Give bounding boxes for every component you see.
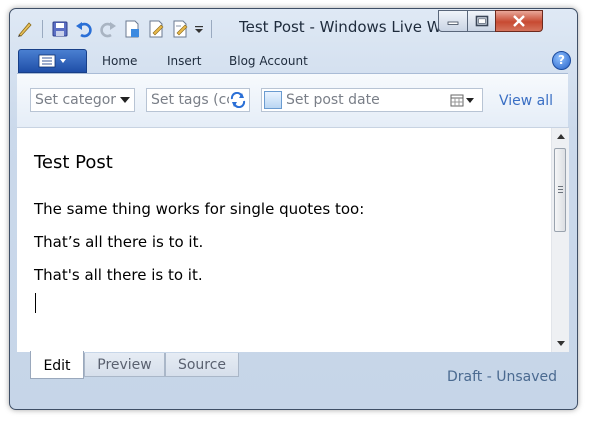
minimize-icon xyxy=(447,21,459,25)
app-menu-icon xyxy=(38,54,66,68)
edit-icon[interactable] xyxy=(169,18,191,40)
date-checkbox[interactable] xyxy=(264,91,282,109)
calendar-icon[interactable] xyxy=(450,94,476,107)
paragraph[interactable]: That’s all there is to it. xyxy=(34,233,203,251)
post-title[interactable]: Test Post xyxy=(34,152,113,173)
customize-dropdown-icon[interactable] xyxy=(193,18,205,40)
scroll-up-button[interactable] xyxy=(552,128,569,145)
scroll-up-icon xyxy=(556,134,565,139)
category-dropdown[interactable]: Set categor xyxy=(30,88,135,112)
tags-placeholder: Set tags (cc xyxy=(151,92,234,108)
open-post-icon[interactable] xyxy=(145,18,167,40)
refresh-tags-icon[interactable] xyxy=(229,92,247,108)
toolbar-separator xyxy=(211,20,212,38)
title-bar: Test Post - Windows Live W... xyxy=(10,9,577,47)
post-date-picker[interactable]: Set post date xyxy=(261,88,483,112)
tab-source[interactable]: Source xyxy=(165,353,239,377)
scroll-thumb[interactable] xyxy=(554,148,566,232)
vertical-scrollbar[interactable] xyxy=(551,128,569,352)
tab-home[interactable]: Home xyxy=(102,54,137,68)
tab-preview[interactable]: Preview xyxy=(84,353,165,377)
tab-insert[interactable]: Insert xyxy=(167,54,201,68)
app-window: Test Post - Windows Live W... Home Inser… xyxy=(9,8,578,410)
toolbar-separator xyxy=(42,20,43,38)
tab-blog-account[interactable]: Blog Account xyxy=(229,54,308,68)
chevron-down-icon xyxy=(120,97,130,103)
category-placeholder: Set categor xyxy=(35,92,117,108)
view-all-link[interactable]: View all xyxy=(499,93,553,109)
undo-icon[interactable] xyxy=(73,18,95,40)
paragraph[interactable]: That's all there is to it. xyxy=(34,266,203,284)
window-title: Test Post - Windows Live W... xyxy=(239,18,444,36)
save-status: Draft - Unsaved xyxy=(447,369,558,385)
application-menu-button[interactable] xyxy=(18,49,87,73)
new-post-icon[interactable] xyxy=(121,18,143,40)
tab-edit[interactable]: Edit xyxy=(30,351,84,379)
save-icon[interactable] xyxy=(49,18,71,40)
tags-input[interactable]: Set tags (cc xyxy=(146,88,250,112)
post-editor[interactable]: Test Post The same thing works for singl… xyxy=(17,127,569,352)
grip-icon xyxy=(558,186,563,193)
scroll-down-button[interactable] xyxy=(552,335,569,352)
minimize-button[interactable] xyxy=(438,10,468,32)
close-icon xyxy=(513,15,525,27)
text-caret xyxy=(35,293,36,313)
date-placeholder: Set post date xyxy=(286,92,380,108)
quick-access-toolbar xyxy=(14,18,218,40)
redo-icon[interactable] xyxy=(97,18,119,40)
scroll-down-icon xyxy=(556,341,565,346)
help-icon[interactable]: ? xyxy=(552,51,571,70)
close-button[interactable] xyxy=(495,10,543,32)
paragraph[interactable]: The same thing works for single quotes t… xyxy=(34,200,364,218)
maximize-icon xyxy=(475,15,488,27)
maximize-button[interactable] xyxy=(467,10,496,32)
post-options-bar: Set categor Set tags (cc Set post date V… xyxy=(17,73,568,128)
ribbon-tab-row: Home Insert Blog Account ? xyxy=(17,47,571,73)
pen-icon[interactable] xyxy=(14,18,36,40)
view-mode-bar: Edit Preview Source Draft - Unsaved xyxy=(17,351,569,401)
